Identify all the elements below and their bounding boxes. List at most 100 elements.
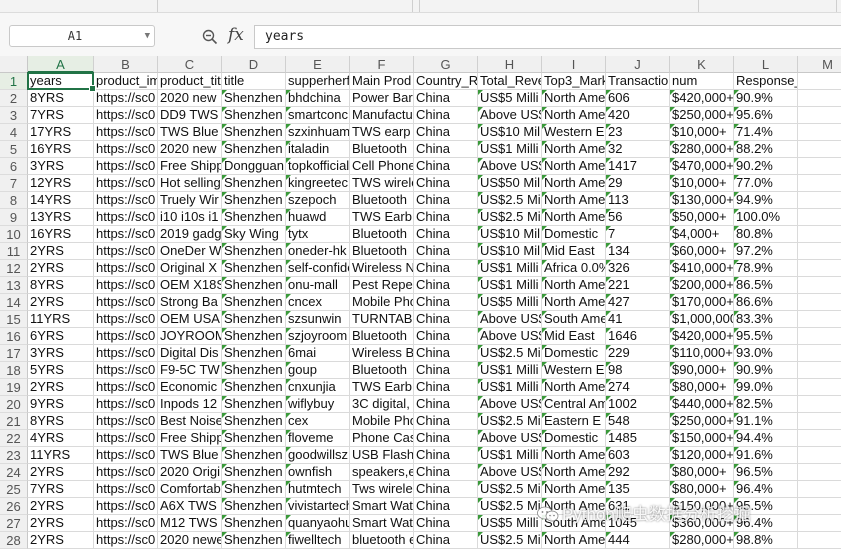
table-cell[interactable] <box>798 532 841 549</box>
table-cell[interactable]: US$1 Milli <box>478 277 542 294</box>
table-cell[interactable]: Africa 0.0% <box>542 260 606 277</box>
table-cell[interactable]: Cell Phone <box>350 158 414 175</box>
table-cell[interactable]: Dongguan <box>222 158 286 175</box>
table-cell[interactable]: 88.2% <box>734 141 798 158</box>
table-cell[interactable]: https://sc0 <box>94 515 158 532</box>
column-header-d[interactable]: D <box>222 56 286 73</box>
table-cell[interactable]: $80,000+ <box>670 379 734 396</box>
table-cell[interactable]: Domestic <box>542 226 606 243</box>
table-cell[interactable]: 29 <box>606 175 670 192</box>
table-cell[interactable]: USB Flash <box>350 447 414 464</box>
select-all-corner[interactable] <box>0 56 28 73</box>
table-cell[interactable]: Bluetooth <box>350 192 414 209</box>
table-cell[interactable]: 274 <box>606 379 670 396</box>
table-cell[interactable]: $50,000+ <box>670 209 734 226</box>
table-cell[interactable]: Bluetooth <box>350 328 414 345</box>
table-cell[interactable]: $4,000+ <box>670 226 734 243</box>
table-cell[interactable]: 90.9% <box>734 362 798 379</box>
header-cell[interactable]: product_tit <box>158 73 222 90</box>
table-cell[interactable]: 90.2% <box>734 158 798 175</box>
table-cell[interactable]: 7YRS <box>28 107 94 124</box>
row-header[interactable]: 11 <box>0 243 28 260</box>
table-cell[interactable]: Western E <box>542 124 606 141</box>
table-cell[interactable]: North Ame <box>542 447 606 464</box>
table-cell[interactable]: TWS Earb <box>350 379 414 396</box>
table-cell[interactable]: 14YRS <box>28 192 94 209</box>
table-cell[interactable] <box>798 498 841 515</box>
row-header[interactable]: 27 <box>0 515 28 532</box>
table-cell[interactable]: 229 <box>606 345 670 362</box>
table-cell[interactable]: https://sc0 <box>94 481 158 498</box>
table-cell[interactable]: Shenzhen <box>222 192 286 209</box>
table-cell[interactable]: US$10 Mil <box>478 124 542 141</box>
table-cell[interactable]: 100.0% <box>734 209 798 226</box>
table-cell[interactable]: TWS wirele <box>350 175 414 192</box>
table-cell[interactable]: $200,000+ <box>670 277 734 294</box>
table-cell[interactable] <box>798 90 841 107</box>
table-cell[interactable]: 4YRS <box>28 430 94 447</box>
table-cell[interactable]: Bluetooth <box>350 243 414 260</box>
table-cell[interactable]: Shenzhen <box>222 430 286 447</box>
table-cell[interactable]: DD9 TWS <box>158 107 222 124</box>
table-cell[interactable]: 83.3% <box>734 311 798 328</box>
table-cell[interactable]: https://sc0 <box>94 209 158 226</box>
table-cell[interactable] <box>798 158 841 175</box>
table-cell[interactable]: 16YRS <box>28 141 94 158</box>
table-cell[interactable]: Western E <box>542 362 606 379</box>
table-cell[interactable]: Above US$ <box>478 311 542 328</box>
header-cell[interactable]: Response_Rate <box>734 73 798 90</box>
table-cell[interactable]: 2YRS <box>28 379 94 396</box>
table-cell[interactable] <box>798 243 841 260</box>
table-cell[interactable]: 5YRS <box>28 362 94 379</box>
table-cell[interactable]: Above US$ <box>478 430 542 447</box>
table-cell[interactable]: US$5 Milli <box>478 294 542 311</box>
table-cell[interactable]: 23 <box>606 124 670 141</box>
table-cell[interactable]: kingreetec <box>286 175 350 192</box>
table-cell[interactable]: North Ame <box>542 141 606 158</box>
table-cell[interactable]: Economic <box>158 379 222 396</box>
table-cell[interactable]: US$10 Mil <box>478 243 542 260</box>
table-cell[interactable]: 6mai <box>286 345 350 362</box>
table-cell[interactable]: North Ame <box>542 209 606 226</box>
table-cell[interactable]: Shenzhen <box>222 311 286 328</box>
table-cell[interactable]: onu-mall <box>286 277 350 294</box>
row-header[interactable]: 13 <box>0 277 28 294</box>
row-header[interactable]: 28 <box>0 532 28 549</box>
table-cell[interactable]: OEM USA <box>158 311 222 328</box>
table-cell[interactable]: 134 <box>606 243 670 260</box>
row-header[interactable]: 15 <box>0 311 28 328</box>
table-cell[interactable]: China <box>414 141 478 158</box>
table-cell[interactable]: 95.5% <box>734 328 798 345</box>
table-cell[interactable]: 548 <box>606 413 670 430</box>
table-cell[interactable]: $440,000+ <box>670 396 734 413</box>
table-cell[interactable]: Above US$ <box>478 396 542 413</box>
table-cell[interactable]: $280,000+ <box>670 141 734 158</box>
header-cell[interactable] <box>798 73 841 90</box>
table-cell[interactable]: 3YRS <box>28 158 94 175</box>
table-cell[interactable]: $420,000+ <box>670 328 734 345</box>
table-cell[interactable]: goodwillsz <box>286 447 350 464</box>
table-cell[interactable]: $170,000+ <box>670 294 734 311</box>
row-header[interactable]: 6 <box>0 158 28 175</box>
table-cell[interactable]: China <box>414 515 478 532</box>
table-cell[interactable]: Above US$ <box>478 328 542 345</box>
row-header[interactable]: 4 <box>0 124 28 141</box>
table-cell[interactable]: 93.0% <box>734 345 798 362</box>
table-cell[interactable]: US$1 Milli <box>478 447 542 464</box>
table-cell[interactable]: Mid East <box>542 328 606 345</box>
table-cell[interactable]: 135 <box>606 481 670 498</box>
formula-input[interactable]: years <box>254 25 841 49</box>
table-cell[interactable]: 98.8% <box>734 532 798 549</box>
table-cell[interactable]: Comfortab <box>158 481 222 498</box>
table-cell[interactable] <box>798 209 841 226</box>
table-cell[interactable]: 292 <box>606 464 670 481</box>
table-cell[interactable]: China <box>414 107 478 124</box>
table-cell[interactable]: TWS Blue <box>158 124 222 141</box>
table-cell[interactable]: 1485 <box>606 430 670 447</box>
table-cell[interactable]: US$1 Milli <box>478 379 542 396</box>
table-cell[interactable]: 41 <box>606 311 670 328</box>
row-header[interactable]: 9 <box>0 209 28 226</box>
table-cell[interactable]: Shenzhen <box>222 107 286 124</box>
table-cell[interactable]: China <box>414 294 478 311</box>
table-cell[interactable]: 91.1% <box>734 413 798 430</box>
